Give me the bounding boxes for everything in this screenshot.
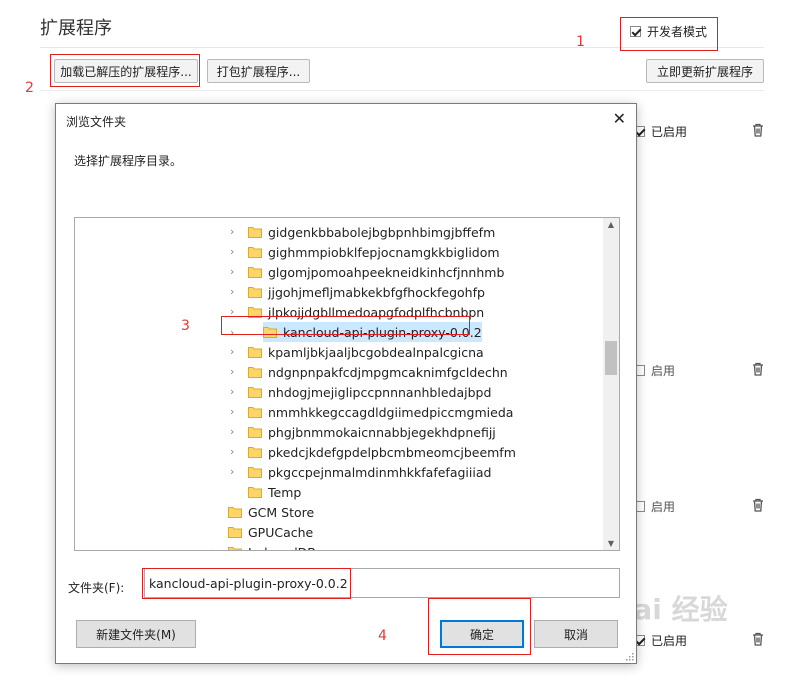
tree-item-label: GPUCache (248, 524, 314, 540)
folder-icon (248, 246, 262, 258)
resize-grip-icon[interactable] (624, 651, 634, 661)
annotation-box-3 (221, 316, 470, 335)
chevron-right-icon[interactable]: › (230, 346, 240, 357)
folder-icon (248, 286, 262, 298)
folder-icon (248, 266, 262, 278)
annotation-1: 1 (576, 34, 585, 50)
chevron-right-icon[interactable]: › (230, 246, 240, 257)
tree-item[interactable]: GPUCache (210, 522, 313, 542)
annotation-box-4 (428, 598, 531, 655)
trash-icon[interactable] (750, 497, 766, 513)
tree-item-label: gidgenkbbabolejbgbpnhbimgjbffefm (268, 224, 496, 240)
folder-icon (248, 346, 262, 358)
extension-enable-label: 已启用 (651, 634, 688, 648)
scroll-thumb[interactable] (605, 341, 617, 375)
annotation-3: 3 (181, 318, 190, 334)
tree-item[interactable]: › glgomjpomoahpeekneidkinhcfjnnhmb (230, 262, 504, 282)
folder-icon (228, 506, 242, 518)
folder-icon (248, 386, 262, 398)
tree-item-label: IndexedDB (248, 545, 316, 551)
folder-tree[interactable]: › gidgenkbbabolejbgbpnhbimgjbffefm › gighmm… (74, 217, 620, 551)
chevron-right-icon[interactable]: › (230, 446, 240, 457)
tree-item[interactable]: › kpamljbkjaaljbcgobdealnpalcgicna (230, 342, 484, 362)
tree-item[interactable]: › gidgenkbbabolejbgbpnhbimgjbffefm (230, 222, 495, 242)
folder-icon (228, 546, 242, 550)
tree-item[interactable]: › nmmhkkegccagdldgiimedpiccmgmieda (230, 402, 513, 422)
folder-field-label: 文件夹(F): (68, 581, 125, 595)
tree-item-label: kpamljbkjaaljbcgobdealnpalcgicna (268, 344, 484, 360)
chevron-right-icon[interactable]: › (230, 286, 240, 297)
tree-item-label: pkgccpejnmalmdinmhkkfafefagiiiad (268, 464, 492, 480)
chevron-right-icon[interactable]: › (230, 386, 240, 397)
tree-item[interactable]: Temp (230, 482, 301, 502)
folder-icon (248, 446, 262, 458)
tree-item-label: phgjbnmmokaicnnabbjegekhdpnefijj (268, 424, 496, 440)
tree-item[interactable]: › gighmmpiobklfepjocnamgkkbiglidom (230, 242, 500, 262)
tree-item-label: GCM Store (248, 504, 315, 520)
chevron-right-icon (210, 527, 220, 537)
toolbar-divider (40, 90, 764, 91)
dialog-title: 浏览文件夹 (66, 115, 127, 129)
extension-enable-toggle-3[interactable]: 启用 (634, 498, 675, 515)
chevron-right-icon (210, 507, 220, 517)
chevron-right-icon[interactable]: › (230, 466, 240, 477)
cancel-button[interactable]: 取消 (534, 620, 618, 648)
folder-icon (248, 226, 262, 238)
extension-enable-label: 已启用 (651, 125, 688, 139)
extension-enable-toggle-4[interactable]: 已启用 (634, 632, 687, 649)
tree-scrollbar[interactable]: ▲ ▼ (603, 218, 619, 550)
tree-item[interactable]: › ndgnpnpakfcdjmpgmcaknimfgcldechn (230, 362, 508, 382)
trash-icon[interactable] (750, 361, 766, 377)
tree-item[interactable]: › pkgccpejnmalmdinmhkkfafefagiiiad (230, 462, 491, 482)
extension-enable-toggle-2[interactable]: 启用 (634, 362, 675, 379)
tree-item-label: glgomjpomoahpeekneidkinhcfjnnhmb (268, 264, 505, 280)
annotation-4: 4 (378, 628, 387, 644)
folder-icon (248, 466, 262, 478)
scroll-down-arrow-icon[interactable]: ▼ (605, 539, 617, 548)
chevron-right-icon[interactable]: › (230, 226, 240, 237)
tree-item[interactable]: › IndexedDB (210, 542, 316, 551)
extension-enable-toggle-1[interactable]: 已启用 (634, 123, 687, 140)
chevron-right-icon[interactable]: › (230, 266, 240, 277)
tree-item[interactable]: › phgjbnmmokaicnnabbjegekhdpnefijj (230, 422, 496, 442)
folder-icon (248, 426, 262, 438)
chevron-right-icon (230, 487, 240, 497)
annotation-2: 2 (25, 80, 34, 96)
tree-item[interactable]: › nhdogjmejiglipccpnnnanhbledajbpd (230, 382, 491, 402)
annotation-box-1 (620, 17, 718, 51)
tree-item-label: Temp (268, 484, 302, 500)
tree-item[interactable]: GCM Store (210, 502, 314, 522)
page-title: 扩展程序 (40, 18, 112, 39)
extension-enable-label: 启用 (651, 364, 676, 378)
folder-icon (248, 486, 262, 498)
tree-item[interactable]: › pkedcjkdefgpdelpbcmbmeomcjbeemfm (230, 442, 516, 462)
tree-item-label: nhdogjmejiglipccpnnnanhbledajbpd (268, 384, 492, 400)
scroll-up-arrow-icon[interactable]: ▲ (605, 220, 617, 229)
close-icon[interactable]: ✕ (613, 109, 626, 128)
tree-item-label: pkedcjkdefgpdelpbcmbmeomcjbeemfm (268, 444, 516, 460)
chevron-right-icon[interactable]: › (230, 426, 240, 437)
folder-icon (228, 526, 242, 538)
dialog-description: 选择扩展程序目录。 (74, 154, 183, 168)
tree-item-label: jjgohjmefljmabkekbfgfhockfegohfp (268, 284, 485, 300)
pack-extension-button[interactable]: 打包扩展程序... (207, 59, 310, 83)
annotation-box-2 (50, 54, 200, 87)
chevron-right-icon[interactable]: › (230, 406, 240, 417)
trash-icon[interactable] (750, 122, 766, 138)
tree-item[interactable]: › jjgohjmefljmabkekbfgfhockfegohfp (230, 282, 485, 302)
folder-icon (248, 406, 262, 418)
update-now-button[interactable]: 立即更新扩展程序 (646, 59, 764, 83)
tree-item-label: gighmmpiobklfepjocnamgkkbiglidom (268, 244, 500, 260)
chevron-right-icon[interactable]: › (230, 366, 240, 377)
new-folder-button[interactable]: 新建文件夹(M) (76, 620, 196, 648)
tree-item-label: ndgnpnpakfcdjmpgmcaknimfgcldechn (268, 364, 508, 380)
extension-enable-label: 启用 (651, 500, 676, 514)
folder-icon (248, 366, 262, 378)
trash-icon[interactable] (750, 631, 766, 647)
tree-item-label: nmmhkkegccagdldgiimedpiccmgmieda (268, 404, 514, 420)
chevron-right-icon[interactable]: › (210, 546, 220, 550)
annotation-box-folder (142, 568, 351, 599)
